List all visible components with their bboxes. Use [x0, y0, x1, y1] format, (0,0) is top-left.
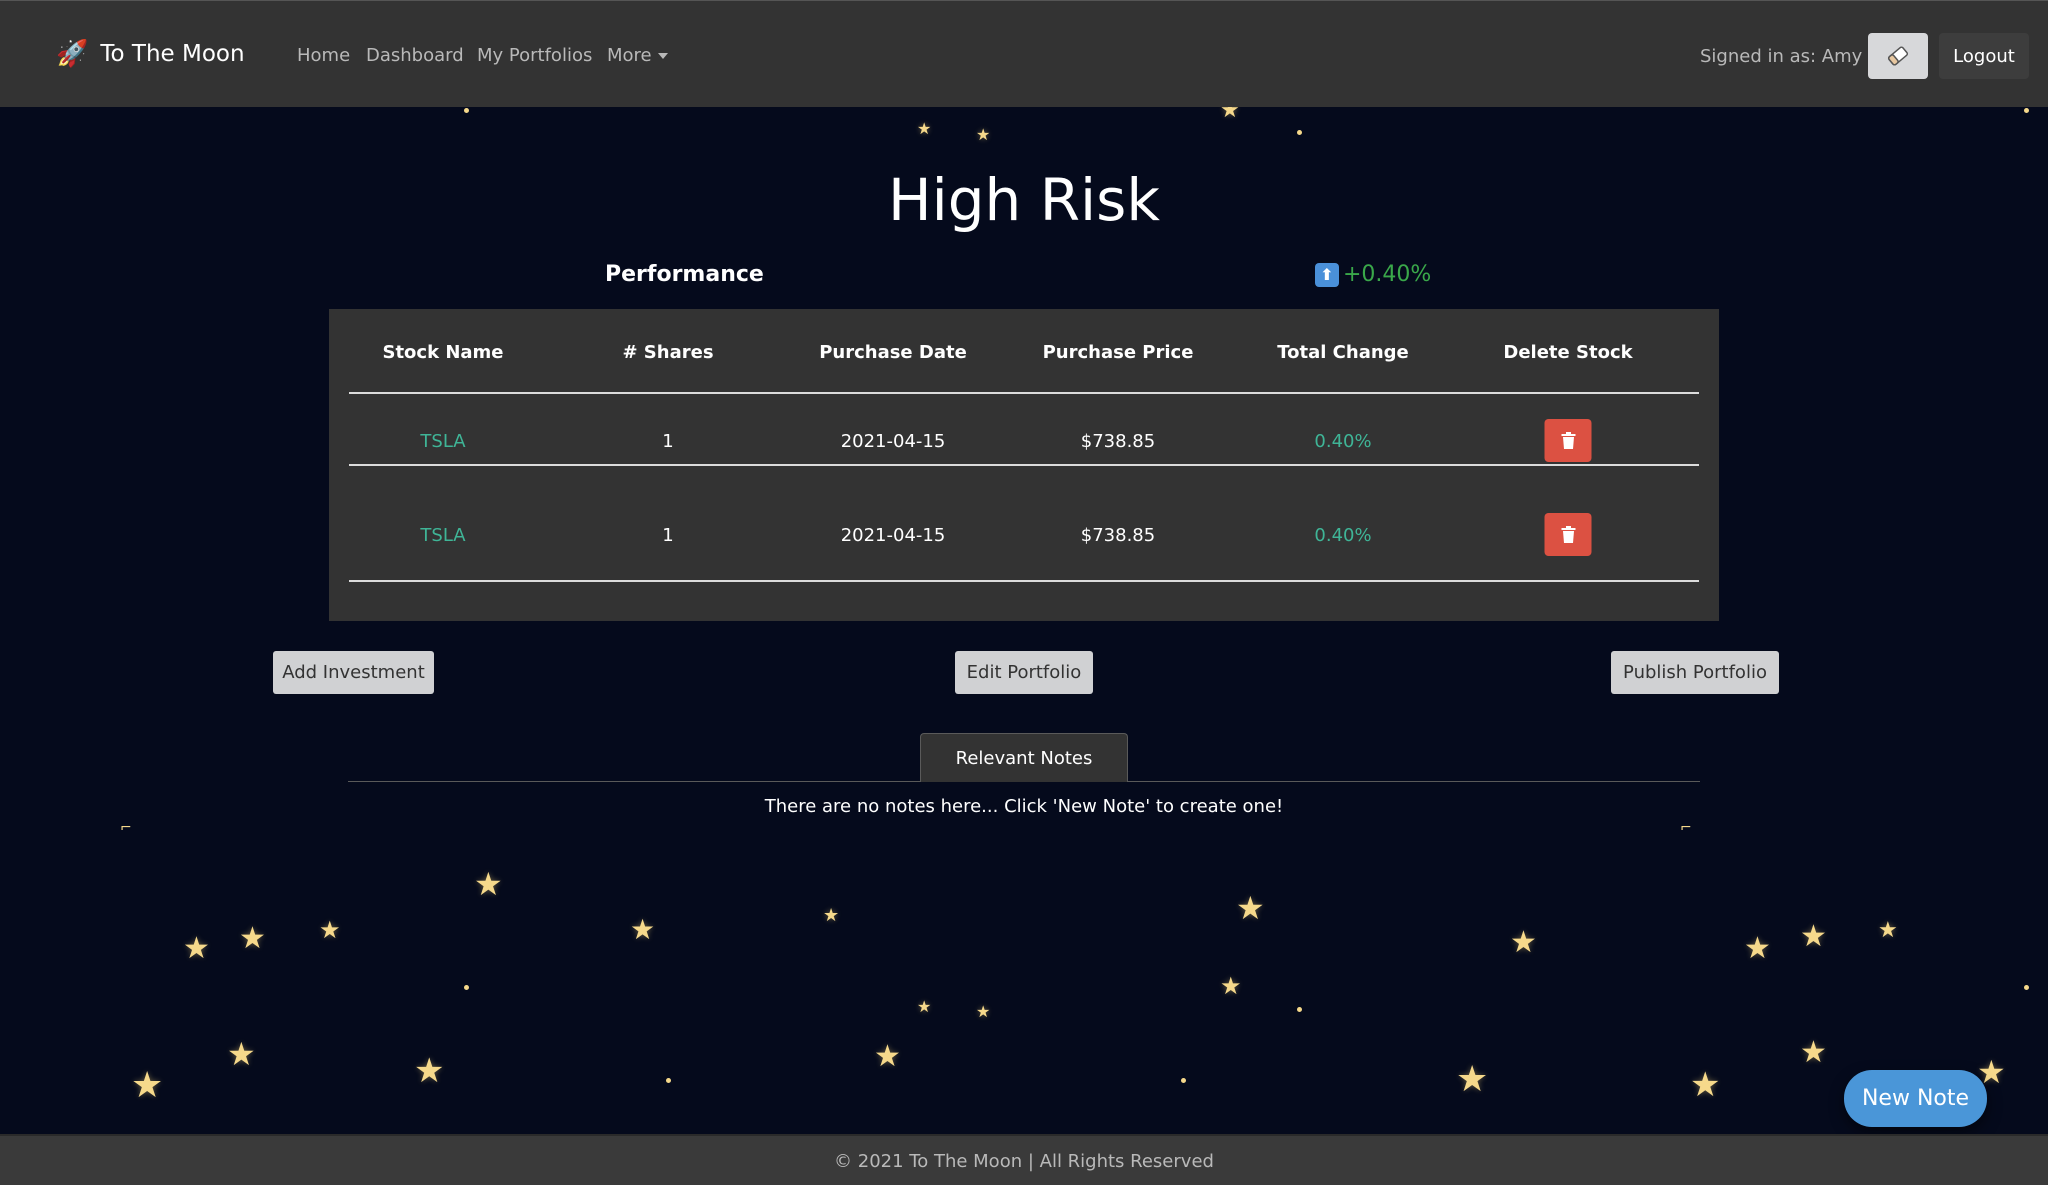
- performance-label: Performance: [605, 262, 764, 287]
- star-dot: [1181, 1078, 1186, 1083]
- header-shares: # Shares: [622, 342, 714, 363]
- header-stock-name: Stock Name: [382, 342, 504, 363]
- performance-percent: +0.40%: [1343, 262, 1432, 287]
- star-icon: ★: [823, 905, 840, 926]
- page: ★ ★ ★ ⌐ ⌐ ★ ★ ★ ★ ★ ★ ★ ★ ★ ★ ★ ★ ★ ★ ★ …: [0, 0, 2048, 1185]
- change-cell: 0.40%: [1314, 525, 1372, 546]
- nav-dashboard[interactable]: Dashboard: [366, 45, 464, 66]
- shares-cell: 1: [662, 431, 674, 452]
- date-cell: 2021-04-15: [840, 525, 946, 546]
- star-icon: ★: [917, 119, 932, 138]
- footer: © 2021 To The Moon | All Rights Reserved: [0, 1134, 2048, 1185]
- portfolio-title: High Risk: [888, 166, 1160, 234]
- star-dot: [1297, 130, 1302, 135]
- edit-portfolio-button[interactable]: Edit Portfolio: [955, 651, 1093, 694]
- star-icon: ★: [1744, 931, 1771, 966]
- star-dot: [1297, 1007, 1302, 1012]
- empty-notes-message: There are no notes here... Click 'New No…: [764, 796, 1284, 817]
- star-icon: ★: [1800, 1035, 1827, 1070]
- comet-icon: ⌐: [1680, 820, 1692, 836]
- stock-name-link[interactable]: TSLA: [420, 431, 465, 452]
- navbar: 🚀 To The Moon Home Dashboard My Portfoli…: [0, 0, 2048, 107]
- up-arrow-icon: ⬆: [1315, 262, 1339, 287]
- star-icon: ★: [131, 1065, 164, 1106]
- logout-button[interactable]: Logout: [1939, 33, 2029, 79]
- star-icon: ★: [1236, 889, 1265, 927]
- add-investment-button[interactable]: Add Investment: [273, 651, 434, 694]
- delete-stock-button[interactable]: [1544, 419, 1592, 462]
- star-dot: [666, 1078, 671, 1083]
- star-icon: ★: [183, 931, 210, 966]
- star-icon: ★: [474, 865, 503, 903]
- star-icon: ★: [227, 1035, 256, 1073]
- price-cell: $738.85: [1080, 525, 1156, 546]
- new-note-button[interactable]: New Note: [1844, 1070, 1987, 1127]
- star-icon: ★: [1220, 972, 1242, 1000]
- star-icon: ★: [319, 916, 341, 944]
- stocks-table: Stock Name # Shares Purchase Date Purcha…: [329, 309, 1719, 621]
- star-icon: ★: [976, 125, 991, 144]
- star-icon: ★: [1878, 918, 1898, 943]
- star-icon: ★: [917, 997, 932, 1016]
- star-dot: [464, 985, 469, 990]
- footer-copyright: © 2021 To The Moon | All Rights Reserved: [834, 1151, 1214, 1172]
- nav-my-portfolios[interactable]: My Portfolios: [477, 45, 592, 66]
- trash-icon: [1561, 431, 1575, 449]
- shares-cell: 1: [662, 525, 674, 546]
- nav-more-dropdown[interactable]: More: [607, 45, 668, 66]
- delete-stock-button[interactable]: [1544, 513, 1592, 556]
- caret-down-icon: [657, 53, 668, 59]
- brand-name: To The Moon: [100, 41, 245, 67]
- nav-home[interactable]: Home: [297, 45, 350, 66]
- header-delete-stock: Delete Stock: [1503, 342, 1633, 363]
- star-icon: ★: [1800, 919, 1827, 954]
- rocket-icon: 🚀: [56, 39, 89, 69]
- trash-icon: [1561, 525, 1575, 543]
- signed-in-text: Signed in as: Amy: [1700, 46, 1863, 67]
- header-purchase-price: Purchase Price: [1042, 342, 1194, 363]
- star-dot: [2024, 108, 2029, 113]
- star-dot: [464, 108, 469, 113]
- star-icon: ★: [1456, 1059, 1489, 1100]
- brand[interactable]: 🚀 To The Moon: [56, 39, 245, 69]
- price-cell: $738.85: [1080, 431, 1156, 452]
- nav-more-label: More: [607, 45, 652, 66]
- star-dot: [2024, 985, 2029, 990]
- star-icon: ★: [630, 913, 656, 946]
- star-icon: ★: [239, 921, 266, 956]
- star-icon: ★: [976, 1002, 991, 1021]
- eraser-icon: [1887, 46, 1909, 66]
- comet-icon: ⌐: [120, 820, 132, 836]
- star-icon: ★: [414, 1051, 445, 1091]
- star-icon: ★: [1690, 1065, 1721, 1105]
- date-cell: 2021-04-15: [840, 431, 946, 452]
- stock-name-link[interactable]: TSLA: [420, 525, 465, 546]
- header-total-change: Total Change: [1277, 342, 1409, 363]
- change-cell: 0.40%: [1314, 431, 1372, 452]
- header-purchase-date: Purchase Date: [819, 342, 967, 363]
- star-icon: ★: [874, 1039, 901, 1074]
- table-divider: [349, 392, 1699, 394]
- notes-toggle-button[interactable]: [1868, 33, 1928, 79]
- table-divider: [349, 464, 1699, 466]
- table-divider: [349, 580, 1699, 582]
- tab-relevant-notes[interactable]: Relevant Notes: [920, 733, 1128, 782]
- performance-value: ⬆ +0.40%: [1315, 262, 1431, 287]
- star-icon: ★: [1510, 925, 1537, 960]
- publish-portfolio-button[interactable]: Publish Portfolio: [1611, 651, 1779, 694]
